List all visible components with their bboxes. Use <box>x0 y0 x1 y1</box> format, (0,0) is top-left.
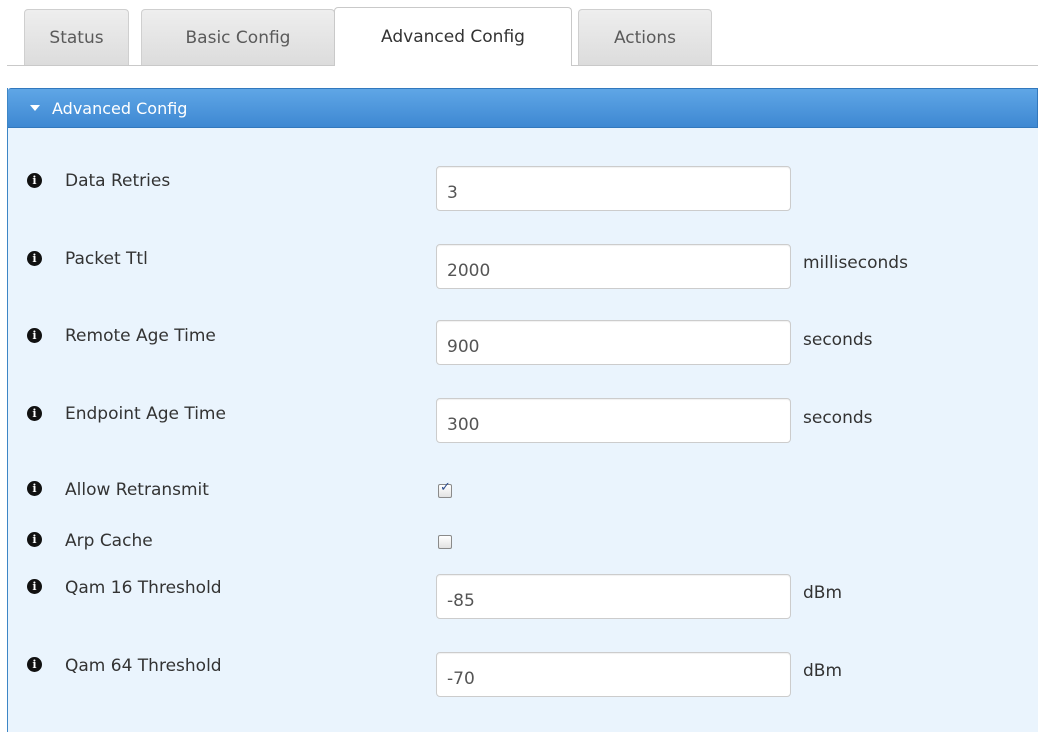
endpoint-age-time-unit: seconds <box>803 408 873 428</box>
qam16-threshold-label: Qam 16 Threshold <box>65 578 222 598</box>
qam64-threshold-label: Qam 64 Threshold <box>65 656 222 676</box>
tab-bar: Status Basic Config Advanced Config Acti… <box>7 7 1038 66</box>
advanced-config-panel: Advanced Config i Data Retries i Packet … <box>7 88 1038 732</box>
caret-down-icon <box>30 105 40 111</box>
tab-advanced-config[interactable]: Advanced Config <box>334 7 572 66</box>
info-icon[interactable]: i <box>27 328 42 343</box>
qam16-threshold-unit: dBm <box>803 583 843 603</box>
remote-age-time-unit: seconds <box>803 330 873 350</box>
packet-ttl-unit: milliseconds <box>803 253 908 273</box>
remote-age-time-label: Remote Age Time <box>65 326 216 346</box>
data-retries-label: Data Retries <box>65 171 171 191</box>
tab-actions[interactable]: Actions <box>578 9 712 65</box>
info-icon[interactable]: i <box>27 481 42 496</box>
qam16-threshold-input[interactable] <box>436 574 791 619</box>
arp-cache-label: Arp Cache <box>65 531 153 551</box>
tab-status[interactable]: Status <box>24 9 129 65</box>
remote-age-time-input[interactable] <box>436 320 791 365</box>
info-icon[interactable]: i <box>27 579 42 594</box>
qam64-threshold-input[interactable] <box>436 652 791 697</box>
panel-title: Advanced Config <box>52 98 188 118</box>
tab-basic-config[interactable]: Basic Config <box>141 9 335 65</box>
check-icon: ✓ <box>440 480 451 495</box>
data-retries-input[interactable] <box>436 166 791 211</box>
info-icon[interactable]: i <box>27 406 42 421</box>
panel-header[interactable]: Advanced Config <box>8 88 1038 128</box>
packet-ttl-input[interactable] <box>436 244 791 289</box>
endpoint-age-time-input[interactable] <box>436 398 791 443</box>
allow-retransmit-checkbox[interactable]: ✓ <box>438 480 452 498</box>
endpoint-age-time-label: Endpoint Age Time <box>65 404 226 424</box>
info-icon[interactable]: i <box>27 532 42 547</box>
packet-ttl-label: Packet Ttl <box>65 249 148 269</box>
info-icon[interactable]: i <box>27 173 42 188</box>
allow-retransmit-label: Allow Retransmit <box>65 480 209 500</box>
qam64-threshold-unit: dBm <box>803 661 843 681</box>
info-icon[interactable]: i <box>27 251 42 266</box>
info-icon[interactable]: i <box>27 657 42 672</box>
arp-cache-checkbox[interactable] <box>438 535 452 549</box>
